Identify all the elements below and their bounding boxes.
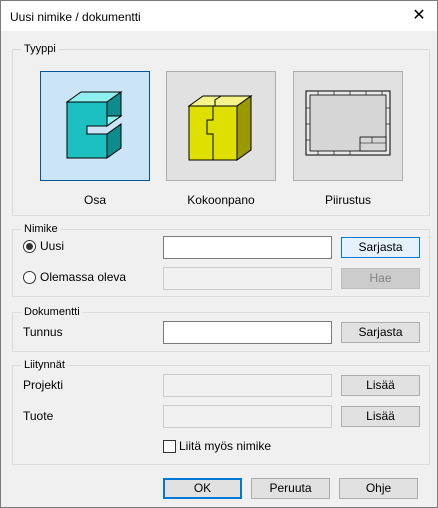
- document-series-button[interactable]: Sarjasta: [341, 322, 420, 343]
- type-group: Tyyppi Osa Kokoonpano Piirustus: [12, 42, 430, 216]
- type-group-label: Tyyppi: [21, 42, 59, 56]
- project-label: Projekti: [23, 378, 64, 392]
- fetch-button: Hae: [341, 268, 420, 289]
- part-icon: [65, 91, 123, 159]
- item-group-label: Nimike: [21, 222, 61, 236]
- attach-item-checkbox[interactable]: [163, 440, 176, 453]
- new-item-radio[interactable]: [23, 240, 36, 253]
- type-option-drawing[interactable]: [293, 71, 403, 181]
- document-id-input[interactable]: [163, 321, 332, 344]
- radio-selected-dot: [26, 243, 33, 250]
- assembly-icon: [187, 95, 253, 161]
- new-item-label: Uusi: [40, 239, 65, 253]
- title-bar[interactable]: Uusi nimike / dokumentti ✕: [1, 1, 437, 31]
- existing-item-input: [163, 267, 332, 290]
- new-item-series-button[interactable]: Sarjasta: [341, 237, 420, 258]
- item-group: Nimike Uusi Sarjasta Olemassa oleva Hae: [12, 222, 430, 297]
- project-input: [163, 374, 332, 397]
- product-label: Tuote: [23, 409, 54, 423]
- type-option-drawing-label: Piirustus: [324, 193, 371, 207]
- attach-item-label: Liitä myös nimike: [179, 439, 272, 453]
- close-icon[interactable]: ✕: [405, 4, 433, 28]
- window-title: Uusi nimike / dokumentti: [10, 10, 141, 24]
- attachments-group-label: Liitynnät: [21, 358, 68, 372]
- drawing-icon: [305, 90, 391, 156]
- help-button[interactable]: Ohje: [339, 478, 418, 499]
- existing-item-label: Olemassa oleva: [40, 270, 127, 284]
- dialog-window: Uusi nimike / dokumentti ✕ Tyyppi Osa Ko…: [0, 0, 438, 508]
- type-option-part[interactable]: [40, 71, 150, 181]
- type-option-assembly[interactable]: [166, 71, 276, 181]
- project-add-button[interactable]: Lisää: [341, 375, 420, 396]
- ok-button[interactable]: OK: [163, 478, 242, 499]
- document-id-label: Tunnus: [23, 325, 63, 339]
- existing-item-radio[interactable]: [23, 271, 36, 284]
- attachments-group: Liitynnät Projekti Lisää Tuote Lisää Lii…: [12, 358, 430, 465]
- product-add-button[interactable]: Lisää: [341, 406, 420, 427]
- document-group: Dokumentti Tunnus Sarjasta: [12, 305, 430, 352]
- cancel-button[interactable]: Peruuta: [251, 478, 330, 499]
- new-item-input[interactable]: [163, 236, 332, 259]
- type-option-assembly-label: Kokoonpano: [187, 193, 255, 207]
- product-input: [163, 405, 332, 428]
- document-group-label: Dokumentti: [21, 305, 83, 319]
- type-option-part-label: Osa: [83, 193, 106, 207]
